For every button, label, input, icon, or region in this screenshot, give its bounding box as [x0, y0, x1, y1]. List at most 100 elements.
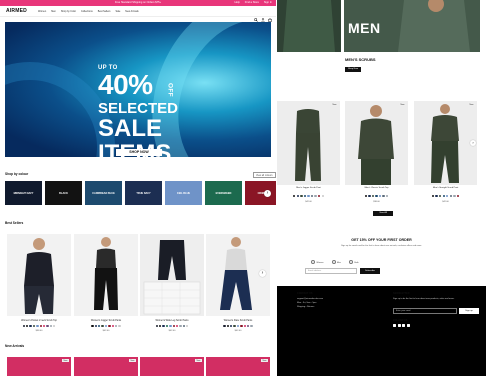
color-dot[interactable]: [456, 195, 460, 198]
instagram-icon[interactable]: [397, 324, 401, 327]
color-dot[interactable]: [158, 325, 162, 328]
color-dot[interactable]: [318, 195, 321, 198]
color-dot[interactable]: [108, 325, 111, 328]
color-dot[interactable]: [101, 325, 104, 328]
color-dot[interactable]: [303, 195, 307, 198]
swatch-true-navy[interactable]: TRUE NAVY: [125, 181, 162, 205]
color-dot[interactable]: [431, 195, 435, 198]
product-name[interactable]: Women's Jogger Scrub Pants: [74, 320, 138, 322]
color-dot[interactable]: [296, 195, 299, 198]
logo[interactable]: AIRMED: [6, 8, 27, 14]
footer-signup-button[interactable]: Sign up: [459, 308, 479, 314]
men-category-tile[interactable]: MEN: [344, 0, 480, 52]
color-dot[interactable]: [435, 195, 438, 198]
color-dot[interactable]: [250, 325, 253, 328]
swatch-crimson[interactable]: CRIMSON: [245, 181, 276, 205]
carousel-next-icon[interactable]: ›: [259, 270, 266, 277]
color-dot[interactable]: [186, 325, 189, 328]
chevron-right-icon[interactable]: ›: [264, 190, 271, 197]
color-dot[interactable]: [368, 195, 371, 198]
color-dot[interactable]: [179, 325, 182, 328]
nav-sale[interactable]: Sale: [115, 10, 120, 13]
youtube-icon[interactable]: [402, 324, 405, 327]
color-dot[interactable]: [175, 325, 179, 328]
product-name[interactable]: Men's Jogger Scrub Pant: [277, 187, 340, 189]
color-dot[interactable]: [114, 325, 118, 328]
color-dot[interactable]: [98, 325, 101, 328]
color-dot[interactable]: [91, 325, 94, 328]
color-dot[interactable]: [32, 325, 36, 328]
color-dot[interactable]: [386, 195, 389, 198]
swatch-midnight-navy[interactable]: MIDNIGHT NAVY: [5, 181, 42, 205]
chevron-right-icon[interactable]: ›: [470, 140, 476, 146]
color-dot[interactable]: [375, 195, 378, 198]
product-image[interactable]: New: [414, 101, 477, 185]
option-men[interactable]: Men: [332, 260, 341, 264]
color-dot[interactable]: [378, 195, 382, 198]
color-dot[interactable]: [46, 325, 49, 328]
color-dot[interactable]: [230, 325, 233, 328]
color-dot[interactable]: [165, 325, 169, 328]
facebook-icon[interactable]: [393, 324, 396, 327]
color-dot[interactable]: [243, 325, 246, 328]
color-dot[interactable]: [364, 195, 367, 198]
newsletter-email-input[interactable]: Email address: [305, 268, 357, 274]
hero-shop-now-button[interactable]: SHOP NOW: [116, 149, 162, 156]
new-arrival-image[interactable]: New: [140, 357, 204, 376]
view-all-colours-link[interactable]: View all colours: [253, 172, 276, 178]
account-icon[interactable]: [261, 9, 265, 23]
new-arrival-image[interactable]: New: [74, 357, 138, 376]
color-dot[interactable]: [240, 325, 243, 328]
option-both[interactable]: Both: [349, 260, 358, 264]
product-name[interactable]: Women's Flare Scrub Pants: [206, 320, 270, 322]
color-dot[interactable]: [162, 325, 165, 328]
tiktok-icon[interactable]: [406, 324, 410, 327]
color-dot[interactable]: [310, 195, 314, 198]
search-icon[interactable]: [254, 9, 258, 22]
product-image[interactable]: New: [345, 101, 408, 185]
color-dot[interactable]: [169, 325, 172, 328]
product-name[interactable]: Men's Classic Scrub Top: [345, 187, 408, 189]
color-dot[interactable]: [233, 325, 236, 328]
cart-icon[interactable]: [268, 9, 272, 22]
color-dot[interactable]: [292, 195, 296, 198]
color-dot[interactable]: [236, 325, 240, 328]
color-dot[interactable]: [118, 325, 121, 328]
footer-contact-email[interactable]: support@airmedscrubs.com: [297, 298, 323, 300]
color-dot[interactable]: [453, 195, 456, 198]
product-image[interactable]: [140, 234, 204, 316]
nav-shop-by-color[interactable]: Shop by Color: [61, 10, 76, 13]
swatch-black[interactable]: BLACK: [45, 181, 82, 205]
color-dot[interactable]: [94, 325, 98, 328]
color-dot[interactable]: [307, 195, 310, 198]
new-arrival-image[interactable]: New: [206, 357, 270, 376]
nav-best-sellers[interactable]: Best Sellers: [98, 10, 111, 13]
color-dot[interactable]: [442, 195, 445, 198]
nav-collections[interactable]: Collections: [81, 10, 93, 13]
color-dot[interactable]: [155, 325, 158, 328]
hero-banner[interactable]: UP TO 40% OFF SELECTED SALE ITEMS: [5, 22, 271, 157]
color-dot[interactable]: [300, 195, 303, 198]
color-dot[interactable]: [53, 325, 56, 328]
color-dot[interactable]: [371, 195, 375, 198]
footer-email-input[interactable]: Enter your email: [393, 308, 457, 314]
color-dot[interactable]: [446, 195, 449, 198]
color-dot[interactable]: [223, 325, 226, 328]
swatch-ceil-blue[interactable]: CEIL BLUE: [165, 181, 202, 205]
color-dot[interactable]: [42, 325, 46, 328]
color-dot[interactable]: [226, 325, 230, 328]
nav-men[interactable]: Men: [51, 10, 56, 13]
product-image[interactable]: [74, 234, 138, 316]
color-dot[interactable]: [321, 195, 324, 198]
footer-contact-links[interactable]: Shipping • Returns: [297, 306, 314, 308]
category-tile[interactable]: [277, 0, 341, 52]
color-dot[interactable]: [449, 195, 453, 198]
nav-women[interactable]: Women: [38, 10, 46, 13]
color-dot[interactable]: [111, 325, 114, 328]
product-name[interactable]: Women's Pocket V-neck Scrub Top: [7, 320, 71, 322]
product-name[interactable]: Men's Straight Scrub Pant: [414, 187, 477, 189]
product-image[interactable]: New: [277, 101, 340, 185]
color-dot[interactable]: [438, 195, 442, 198]
color-dot[interactable]: [36, 325, 39, 328]
color-dot[interactable]: [382, 195, 385, 198]
